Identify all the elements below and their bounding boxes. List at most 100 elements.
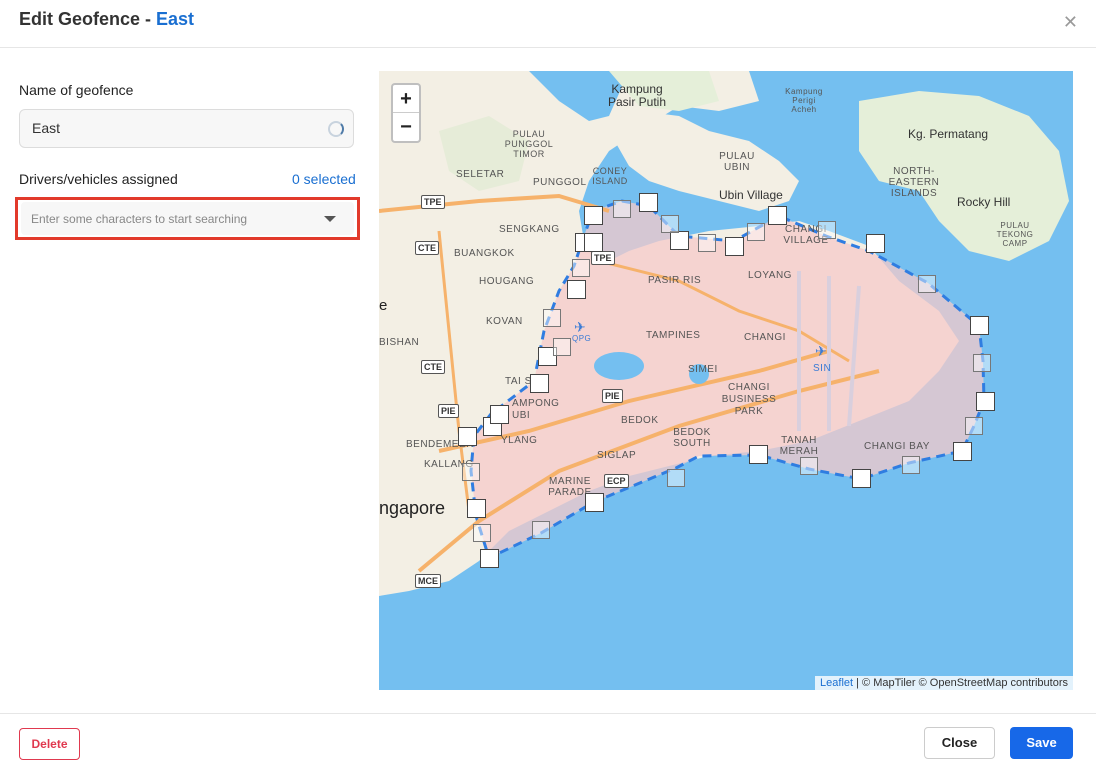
geofence-vertex-handle[interactable] <box>852 469 871 488</box>
label-kampung-pasir-putih: Kampung Pasir Putih <box>607 82 667 109</box>
label-e-fragment: e <box>379 297 388 314</box>
shield-tpe: TPE <box>591 251 615 265</box>
shield-ecp: ECP <box>604 474 629 488</box>
geofence-name-value: East <box>32 120 61 136</box>
geofence-vertex-handle[interactable] <box>584 206 603 225</box>
geofence-vertex-handle[interactable] <box>749 445 768 464</box>
geofence-name-label: Name of geofence <box>19 82 134 98</box>
geofence-midpoint-handle[interactable] <box>473 524 491 542</box>
bedok-reservoir <box>594 352 644 380</box>
search-placeholder: Enter some characters to start searching <box>31 212 248 226</box>
geofence-vertex-handle[interactable] <box>866 234 885 253</box>
modal-title: Edit Geofence - East <box>19 9 194 30</box>
close-button[interactable]: Close <box>924 727 995 759</box>
loading-spinner-icon <box>328 121 344 137</box>
geofence-vertex-handle[interactable] <box>585 493 604 512</box>
geofence-vertex-handle[interactable] <box>970 316 989 335</box>
label-simei: SIMEI <box>688 364 718 375</box>
title-geofence-name: East <box>156 9 195 29</box>
geofence-vertex-handle[interactable] <box>639 193 658 212</box>
modal-header: Edit Geofence - East ✕ <box>0 0 1096 48</box>
label-kovan: KOVAN <box>486 316 523 327</box>
label-kg-permatang: Kg. Permatang <box>908 127 989 141</box>
shield-mce: MCE <box>415 574 441 588</box>
shield-cte: CTE <box>415 241 439 255</box>
label-buangkok: BUANGKOK <box>454 248 515 259</box>
geofence-vertex-handle[interactable] <box>725 237 744 256</box>
label-bedok-south: BEDOK SOUTH <box>673 427 711 449</box>
geofence-vertex-handle[interactable] <box>567 280 586 299</box>
selected-count-link[interactable]: 0 selected <box>292 171 356 187</box>
geofence-vertex-handle[interactable] <box>490 405 509 424</box>
label-kampung-perigi-acheh: Kampung Perigi Acheh <box>785 87 823 114</box>
driver-vehicle-search-select[interactable]: Enter some characters to start searching <box>21 202 354 235</box>
label-tanah-merah: TANAH MERAH <box>779 435 819 457</box>
geofence-midpoint-handle[interactable] <box>532 521 550 539</box>
shield-pie: PIE <box>438 404 459 418</box>
label-loyang: LOYANG <box>748 270 792 281</box>
geofence-midpoint-handle[interactable] <box>902 456 920 474</box>
geofence-midpoint-handle[interactable] <box>553 338 571 356</box>
label-bishan: BISHAN <box>379 337 420 348</box>
delete-button[interactable]: Delete <box>19 728 80 760</box>
geofence-vertex-handle[interactable] <box>670 231 689 250</box>
geofence-midpoint-handle[interactable] <box>800 457 818 475</box>
geofence-vertex-handle[interactable] <box>467 499 486 518</box>
label-sin: SIN <box>813 363 832 374</box>
geofence-midpoint-handle[interactable] <box>818 221 836 239</box>
label-seletar: SELETAR <box>456 169 505 180</box>
zoom-in-button[interactable]: + <box>393 85 419 113</box>
zoom-control: + − <box>391 83 421 143</box>
save-button[interactable]: Save <box>1010 727 1073 759</box>
label-rocky-hill: Rocky Hill <box>957 195 1011 209</box>
label-changi-bay: CHANGI BAY <box>864 441 930 452</box>
geofence-vertex-handle[interactable] <box>458 427 477 446</box>
shield-cte: CTE <box>421 360 445 374</box>
airport-sin-icon: ✈ <box>815 343 827 359</box>
label-pasir-ris: PASIR RIS <box>648 275 702 286</box>
geofence-midpoint-handle[interactable] <box>613 200 631 218</box>
geofence-vertex-handle[interactable] <box>768 206 787 225</box>
geofence-midpoint-handle[interactable] <box>747 223 765 241</box>
geofence-midpoint-handle[interactable] <box>973 354 991 372</box>
geofence-vertex-handle[interactable] <box>953 442 972 461</box>
label-bedok: BEDOK <box>621 415 659 426</box>
label-changi-business-park: CHANGI BUSINESS PARK <box>721 382 777 417</box>
geofence-midpoint-handle[interactable] <box>965 417 983 435</box>
geofence-midpoint-handle[interactable] <box>918 275 936 293</box>
label-punggol: PUNGGOL <box>533 177 587 188</box>
close-icon[interactable]: ✕ <box>1063 12 1078 33</box>
geofence-vertex-handle[interactable] <box>584 233 603 252</box>
label-siglap: SIGLAP <box>597 450 637 461</box>
geofence-vertex-handle[interactable] <box>976 392 995 411</box>
map-view[interactable]: + − Kampung Pasir Putih Kampung Perigi A… <box>379 71 1073 690</box>
geofence-midpoint-handle[interactable] <box>572 259 590 277</box>
label-qpg: QPG <box>572 334 592 343</box>
shield-pie: PIE <box>602 389 623 403</box>
label-geylang: YLANG <box>501 435 538 446</box>
label-pulau-tekong-camp: PULAU TEKONG CAMP <box>996 221 1034 248</box>
geofence-name-input[interactable]: East <box>19 109 354 148</box>
geofence-midpoint-handle[interactable] <box>661 215 679 233</box>
chevron-down-icon[interactable] <box>324 216 336 222</box>
label-coney-island: CONEY ISLAND <box>592 166 628 186</box>
label-pulau-punggol-timor: PULAU PUNGGOL TIMOR <box>504 129 554 159</box>
leaflet-link[interactable]: Leaflet <box>820 677 853 689</box>
modal-footer: Delete Close Save <box>0 713 1096 772</box>
assigned-label: Drivers/vehicles assigned <box>19 171 178 187</box>
geofence-midpoint-handle[interactable] <box>543 309 561 327</box>
label-singapore: ngapore <box>379 498 446 518</box>
zoom-out-button[interactable]: − <box>393 113 419 141</box>
label-ubin-village: Ubin Village <box>719 188 783 202</box>
shield-tpe: TPE <box>421 195 445 209</box>
geofence-midpoint-handle[interactable] <box>667 469 685 487</box>
label-pulau-ubin: PULAU UBIN <box>719 151 755 173</box>
geofence-vertex-handle[interactable] <box>480 549 499 568</box>
geofence-midpoint-handle[interactable] <box>462 463 480 481</box>
geofence-vertex-handle[interactable] <box>530 374 549 393</box>
map-attribution: Leaflet | © MapTiler © OpenStreetMap con… <box>815 676 1073 690</box>
label-hougang: HOUGANG <box>479 276 535 287</box>
label-tampines: TAMPINES <box>646 330 701 341</box>
label-north-eastern-islands: NORTH-EASTERN ISLANDS <box>888 166 940 199</box>
geofence-midpoint-handle[interactable] <box>698 234 716 252</box>
